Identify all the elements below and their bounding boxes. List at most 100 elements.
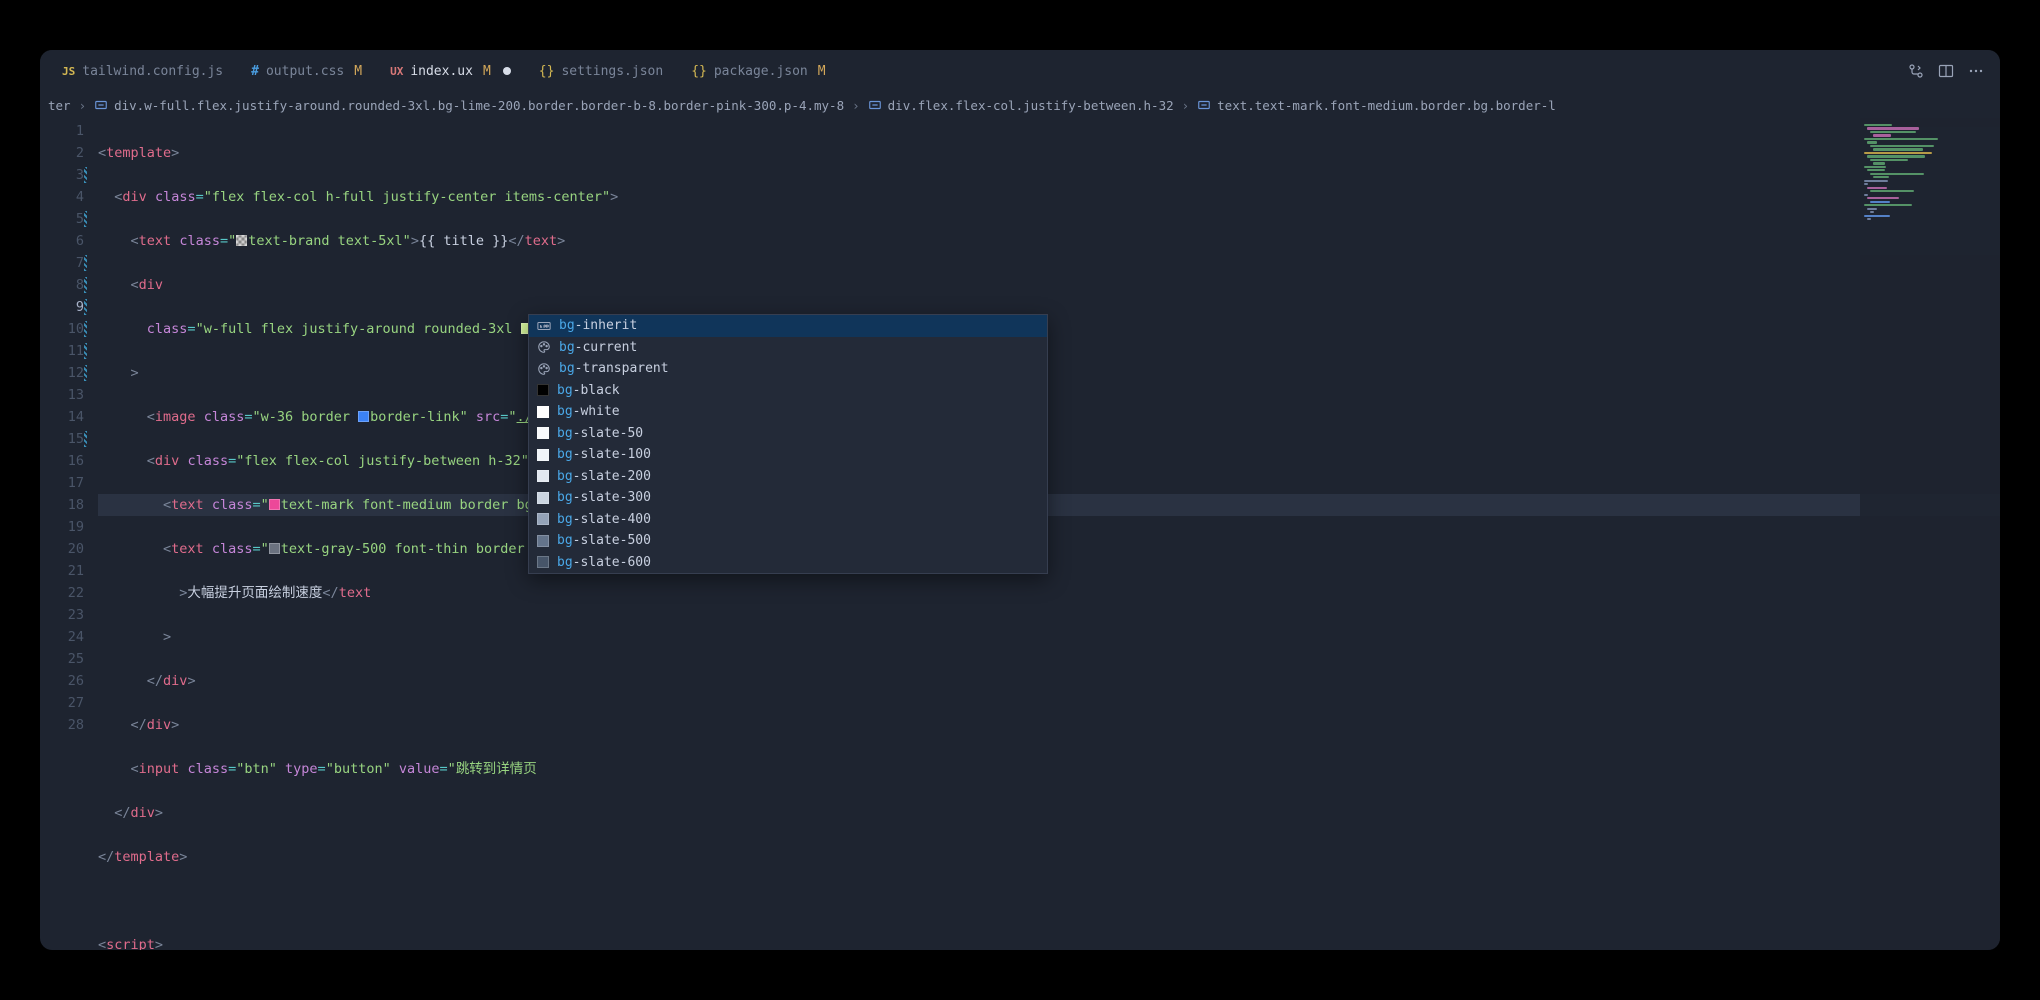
color-palette-icon bbox=[537, 340, 551, 354]
tab-tailwind-config[interactable]: JS tailwind.config.js bbox=[48, 50, 237, 92]
editor-window: JS tailwind.config.js # output.css M UX … bbox=[40, 50, 2000, 950]
suggestion-item[interactable]: bg-black bbox=[529, 380, 1047, 402]
suggestion-label: bg-inherit bbox=[559, 318, 637, 333]
line-number: 25 bbox=[40, 648, 84, 670]
color-swatch-icon bbox=[236, 235, 247, 246]
tab-output-css[interactable]: # output.css M bbox=[237, 50, 376, 92]
suggestion-label: bg-transparent bbox=[559, 361, 669, 376]
js-file-icon: JS bbox=[62, 65, 75, 78]
breadcrumb: ter › div.w-full.flex.justify-around.rou… bbox=[40, 92, 2000, 118]
line-number: 18 bbox=[40, 494, 84, 516]
ux-file-icon: UX bbox=[390, 65, 403, 78]
suggestion-item[interactable]: bg-transparent bbox=[529, 358, 1047, 380]
line-number: 16 bbox=[40, 450, 84, 472]
color-swatch-icon bbox=[269, 543, 280, 554]
color-swatch-icon bbox=[537, 427, 549, 439]
suggestion-label: bg-white bbox=[557, 404, 620, 419]
symbol-field-icon bbox=[1197, 98, 1211, 112]
suggestion-item[interactable]: bg-inherit bbox=[529, 315, 1047, 337]
line-number: 14 bbox=[40, 406, 84, 428]
tab-settings-json[interactable]: {} settings.json bbox=[525, 50, 677, 92]
tab-label: package.json bbox=[714, 64, 808, 79]
suggestion-label: bg-slate-500 bbox=[557, 533, 651, 548]
color-swatch-icon bbox=[537, 513, 549, 525]
line-number: 27 bbox=[40, 692, 84, 714]
line-number: 11 bbox=[40, 340, 84, 362]
chevron-right-icon: › bbox=[79, 98, 87, 113]
suggestion-item[interactable]: bg-slate-500 bbox=[529, 530, 1047, 552]
line-number: 17 bbox=[40, 472, 84, 494]
line-number: 19 bbox=[40, 516, 84, 538]
suggestion-label: bg-slate-200 bbox=[557, 469, 651, 484]
suggestion-label: bg-slate-600 bbox=[557, 555, 651, 570]
split-editor-icon[interactable] bbox=[1938, 63, 1954, 79]
symbol-field-icon bbox=[94, 98, 108, 112]
line-number: 12 bbox=[40, 362, 84, 384]
code-content[interactable]: <template> <div class="flex flex-col h-f… bbox=[98, 118, 2000, 950]
keyword-icon bbox=[537, 319, 551, 333]
tab-label: settings.json bbox=[561, 64, 663, 79]
suggestion-item[interactable]: bg-slate-50 bbox=[529, 423, 1047, 445]
line-number: 13 bbox=[40, 384, 84, 406]
tab-bar: JS tailwind.config.js # output.css M UX … bbox=[40, 50, 2000, 92]
line-number: 1 bbox=[40, 120, 84, 142]
tab-actions bbox=[1908, 63, 2000, 79]
editor-area[interactable]: 1234567891011121314151617181920212223242… bbox=[40, 118, 2000, 950]
chevron-right-icon: › bbox=[852, 98, 860, 113]
intellisense-popup[interactable]: bg-inherit bg-current bg-transparent bg-bla… bbox=[528, 314, 1048, 574]
color-swatch-icon bbox=[269, 499, 280, 510]
dirty-dot-icon bbox=[503, 67, 511, 75]
suggestion-label: bg-black bbox=[557, 383, 620, 398]
suggestion-item[interactable]: bg-slate-400 bbox=[529, 509, 1047, 531]
line-number: 9 bbox=[40, 296, 84, 318]
line-number: 10 bbox=[40, 318, 84, 340]
suggestion-item[interactable]: bg-slate-200 bbox=[529, 466, 1047, 488]
suggestion-item[interactable]: bg-slate-100 bbox=[529, 444, 1047, 466]
tab-label: tailwind.config.js bbox=[82, 64, 223, 79]
line-number: 15 bbox=[40, 428, 84, 450]
suggestion-label: bg-slate-400 bbox=[557, 512, 651, 527]
modified-indicator: M bbox=[354, 64, 362, 79]
suggestion-label: bg-current bbox=[559, 340, 637, 355]
modified-indicator: M bbox=[483, 64, 491, 79]
json-file-icon: {} bbox=[539, 64, 555, 79]
line-number: 28 bbox=[40, 714, 84, 736]
minimap[interactable] bbox=[1860, 118, 2000, 950]
suggestion-label: bg-slate-100 bbox=[557, 447, 651, 462]
line-number: 8 bbox=[40, 274, 84, 296]
color-swatch-icon bbox=[537, 449, 549, 461]
breadcrumb-segment[interactable]: div.flex.flex-col.justify-between.h-32 bbox=[888, 98, 1174, 113]
suggestion-item[interactable]: bg-white bbox=[529, 401, 1047, 423]
css-file-icon: # bbox=[251, 64, 259, 79]
line-number: 4 bbox=[40, 186, 84, 208]
color-swatch-icon bbox=[537, 556, 549, 568]
suggestion-label: bg-slate-300 bbox=[557, 490, 651, 505]
line-number: 3 bbox=[40, 164, 84, 186]
color-palette-icon bbox=[537, 362, 551, 376]
json-file-icon: {} bbox=[691, 64, 707, 79]
breadcrumb-segment[interactable]: text.text-mark.font-medium.border.bg.bor… bbox=[1217, 98, 1556, 113]
line-number: 2 bbox=[40, 142, 84, 164]
tab-label: output.css bbox=[266, 64, 344, 79]
suggestion-item[interactable]: bg-current bbox=[529, 337, 1047, 359]
line-number-gutter: 1234567891011121314151617181920212223242… bbox=[40, 118, 98, 950]
compare-changes-icon[interactable] bbox=[1908, 63, 1924, 79]
breadcrumb-segment[interactable]: div.w-full.flex.justify-around.rounded-3… bbox=[114, 98, 844, 113]
line-number: 21 bbox=[40, 560, 84, 582]
tab-index-ux[interactable]: UX index.ux M bbox=[376, 50, 525, 92]
color-swatch-icon bbox=[537, 535, 549, 547]
line-number: 20 bbox=[40, 538, 84, 560]
tab-package-json[interactable]: {} package.json M bbox=[677, 50, 839, 92]
chevron-right-icon: › bbox=[1182, 98, 1190, 113]
line-number: 22 bbox=[40, 582, 84, 604]
suggestion-item[interactable]: bg-slate-300 bbox=[529, 487, 1047, 509]
line-number: 6 bbox=[40, 230, 84, 252]
color-swatch-icon bbox=[537, 470, 549, 482]
more-actions-icon[interactable] bbox=[1968, 63, 1984, 79]
line-number: 7 bbox=[40, 252, 84, 274]
line-number: 24 bbox=[40, 626, 84, 648]
suggestion-item[interactable]: bg-slate-600 bbox=[529, 552, 1047, 574]
modified-indicator: M bbox=[818, 64, 826, 79]
color-swatch-icon bbox=[358, 411, 369, 422]
line-number: 23 bbox=[40, 604, 84, 626]
